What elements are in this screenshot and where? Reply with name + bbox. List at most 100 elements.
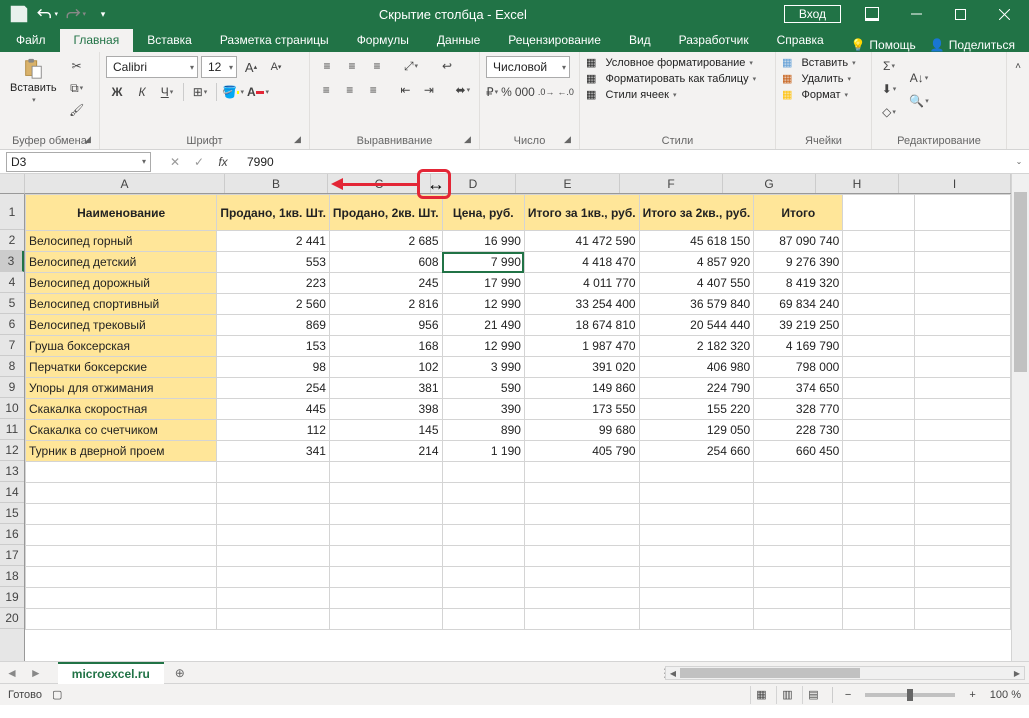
underline-button[interactable]: Ч▾	[156, 82, 178, 102]
tab-layout[interactable]: Разметка страницы	[206, 29, 343, 52]
header-price[interactable]: Цена, руб.	[442, 195, 524, 231]
col-header-A[interactable]: A	[25, 174, 225, 193]
cell[interactable]: Скакалка со счетчиком	[26, 420, 217, 441]
col-header-E[interactable]: E	[516, 174, 620, 193]
cell[interactable]: Скакалка скоростная	[26, 399, 217, 420]
page-break-view-icon[interactable]: ▤	[802, 686, 824, 704]
cell[interactable]: 608	[329, 252, 442, 273]
cell[interactable]: 328 770	[754, 399, 843, 420]
decrease-indent-icon[interactable]: ⇤	[395, 80, 416, 100]
delete-cells-button[interactable]: ▦ Удалить▾	[782, 72, 865, 85]
cell[interactable]: 2 441	[217, 231, 330, 252]
cell[interactable]: 4 857 920	[639, 252, 754, 273]
row-header-3[interactable]: 3	[0, 251, 24, 272]
fill-color-icon[interactable]: 🪣▾	[222, 82, 244, 102]
cell[interactable]: 553	[217, 252, 330, 273]
cell[interactable]: 398	[329, 399, 442, 420]
header-name[interactable]: Наименование	[26, 195, 217, 231]
cell[interactable]: 890	[442, 420, 524, 441]
cell[interactable]: 45 618 150	[639, 231, 754, 252]
add-sheet-icon[interactable]: ⊕	[170, 663, 190, 683]
header-sold1[interactable]: Продано, 1кв. Шт.	[217, 195, 330, 231]
cell[interactable]: 4 418 470	[524, 252, 639, 273]
cell[interactable]: 87 090 740	[754, 231, 843, 252]
autosum-icon[interactable]: Σ▾	[878, 56, 900, 76]
page-layout-view-icon[interactable]: ▥	[776, 686, 798, 704]
undo-icon[interactable]: ▾	[36, 3, 58, 25]
align-center-icon[interactable]: ≡	[340, 80, 361, 100]
cell[interactable]: Груша боксерская	[26, 336, 217, 357]
cell[interactable]: 9 276 390	[754, 252, 843, 273]
row-header-5[interactable]: 5	[0, 293, 24, 314]
comma-icon[interactable]: 000	[515, 82, 535, 102]
tell-me-button[interactable]: 💡Помощь	[850, 38, 915, 52]
align-top-icon[interactable]: ≡	[316, 56, 338, 76]
zoom-level[interactable]: 100 %	[990, 689, 1021, 701]
font-launcher-icon[interactable]: ◢	[294, 134, 306, 146]
horizontal-scrollbar[interactable]: ◀ ▶	[665, 666, 1025, 680]
redo-icon[interactable]: ▾	[64, 3, 86, 25]
row-header-12[interactable]: 12	[0, 440, 24, 461]
formula-input[interactable]: 7990	[241, 150, 1009, 173]
cell[interactable]: 254	[217, 378, 330, 399]
insert-cells-button[interactable]: ▦ Вставить▾	[782, 56, 865, 69]
percent-icon[interactable]: %	[501, 82, 512, 102]
cell[interactable]: 41 472 590	[524, 231, 639, 252]
row-header-2[interactable]: 2	[0, 230, 24, 251]
save-icon[interactable]	[8, 3, 30, 25]
align-bottom-icon[interactable]: ≡	[366, 56, 388, 76]
orientation-icon[interactable]: ⤢▾	[400, 56, 422, 76]
hscroll-left-icon[interactable]: ◀	[666, 667, 680, 681]
row-header-7[interactable]: 7	[0, 335, 24, 356]
row-header-11[interactable]: 11	[0, 419, 24, 440]
cell[interactable]: 155 220	[639, 399, 754, 420]
row-header-1[interactable]: 1	[0, 194, 24, 230]
row-header-9[interactable]: 9	[0, 377, 24, 398]
number-format-combo[interactable]: Числовой	[486, 56, 570, 78]
cell[interactable]: 254 660	[639, 441, 754, 462]
row-header-4[interactable]: 4	[0, 272, 24, 293]
cell[interactable]: Велосипед дорожный	[26, 273, 217, 294]
cell[interactable]: 341	[217, 441, 330, 462]
cell[interactable]: 153	[217, 336, 330, 357]
cell[interactable]: 16 990	[442, 231, 524, 252]
cell[interactable]: 2 182 320	[639, 336, 754, 357]
cell[interactable]: 590	[442, 378, 524, 399]
cell[interactable]: 2 560	[217, 294, 330, 315]
cell[interactable]: 173 550	[524, 399, 639, 420]
cut-icon[interactable]: ✂	[66, 56, 88, 76]
name-box[interactable]: D3▾	[6, 152, 151, 172]
hscroll-right-icon[interactable]: ▶	[1010, 667, 1024, 681]
format-cells-button[interactable]: ▦ Формат▾	[782, 88, 865, 101]
header-total[interactable]: Итого	[754, 195, 843, 231]
cell[interactable]: 12 990	[442, 336, 524, 357]
col-header-G[interactable]: G	[723, 174, 816, 193]
conditional-formatting-button[interactable]: ▦ Условное форматирование▾	[586, 56, 769, 69]
cell[interactable]: 21 490	[442, 315, 524, 336]
clear-icon[interactable]: ◇▾	[878, 102, 900, 122]
cell[interactable]: 17 990	[442, 273, 524, 294]
tab-data[interactable]: Данные	[423, 29, 494, 52]
collapse-ribbon-icon[interactable]: ˄	[1007, 56, 1029, 76]
font-name-combo[interactable]: Calibri	[106, 56, 198, 78]
tab-help[interactable]: Справка	[763, 29, 838, 52]
maximize-icon[interactable]	[939, 0, 981, 28]
cell[interactable]: 245	[329, 273, 442, 294]
cell[interactable]: 39 219 250	[754, 315, 843, 336]
align-left-icon[interactable]: ≡	[316, 80, 337, 100]
cell[interactable]: 798 000	[754, 357, 843, 378]
cell[interactable]: 20 544 440	[639, 315, 754, 336]
ribbon-display-icon[interactable]	[851, 0, 893, 28]
minimize-icon[interactable]	[895, 0, 937, 28]
tab-insert[interactable]: Вставка	[133, 29, 206, 52]
cell[interactable]: 145	[329, 420, 442, 441]
enter-formula-icon[interactable]: ✓	[191, 155, 207, 169]
cell[interactable]: 168	[329, 336, 442, 357]
tab-view[interactable]: Вид	[615, 29, 665, 52]
cell[interactable]: 112	[217, 420, 330, 441]
bold-button[interactable]: Ж	[106, 82, 128, 102]
increase-decimal-icon[interactable]: .0→	[538, 82, 555, 102]
tab-developer[interactable]: Разработчик	[665, 29, 763, 52]
increase-indent-icon[interactable]: ⇥	[419, 80, 440, 100]
fill-icon[interactable]: ⬇▾	[878, 79, 900, 99]
